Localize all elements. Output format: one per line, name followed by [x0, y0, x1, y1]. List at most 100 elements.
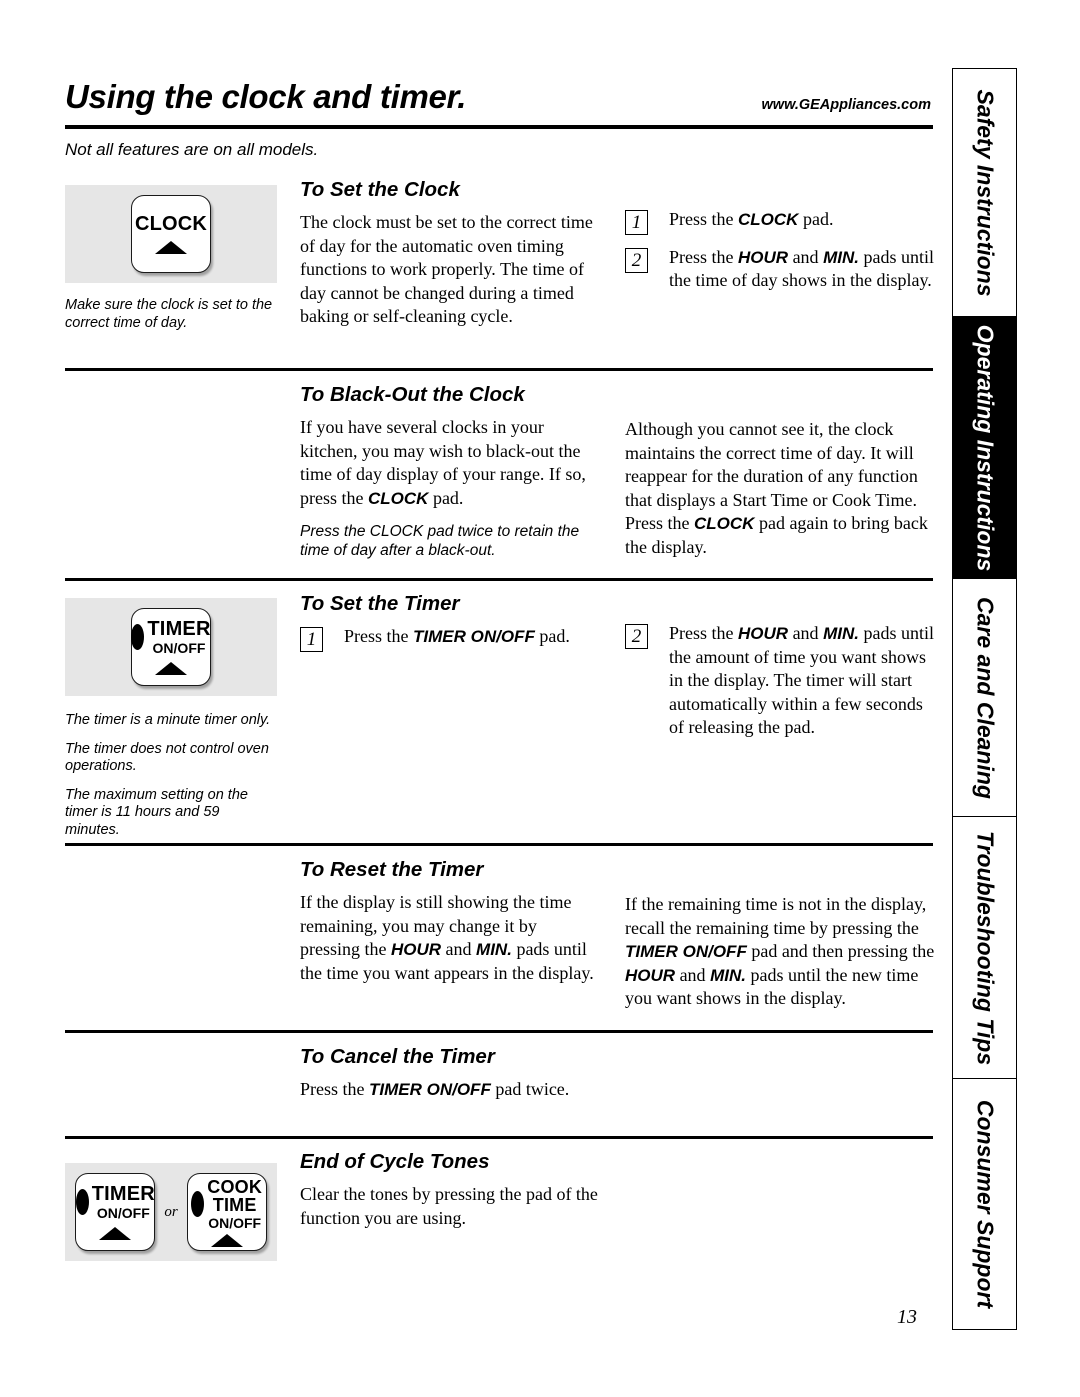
pad-name: TIMER ON/OFF: [369, 1080, 491, 1099]
clock-pad-labels: CLOCK: [135, 214, 207, 234]
cook-time-pad: COOK TIME ON/OFF: [186, 1173, 267, 1251]
body-part: Press the: [300, 1079, 369, 1099]
heading-set-timer: To Set the Timer: [300, 592, 460, 615]
body-part: and: [441, 939, 477, 959]
pad-name: HOUR: [738, 247, 789, 267]
step-number: 2: [625, 247, 648, 273]
step-text-part: Press the: [669, 246, 738, 267]
step-text: Press the HOUR and MIN. pads until the t…: [669, 246, 935, 293]
black-out-right-body: Although you cannot see it, the clock ma…: [625, 418, 935, 559]
end-of-cycle-pad-graphic: TIMER ON/OFF or COOK TIME ON/OFF: [65, 1163, 277, 1261]
reset-timer-right-body: If the remaining time is not in the disp…: [625, 893, 935, 1011]
tab-safety-instructions[interactable]: Safety Instructions: [953, 69, 1016, 317]
heading-end-of-cycle-tones: End of Cycle Tones: [300, 1150, 490, 1173]
pad-name: MIN.: [823, 624, 859, 643]
pad-name: HOUR: [390, 940, 442, 959]
triangle-icon: [99, 1227, 132, 1240]
indicator-oval-icon: [191, 1190, 205, 1217]
timer-pad-graphic: TIMER ON/OFF: [65, 598, 277, 696]
step-text-part: Press the: [344, 626, 413, 646]
page-title: Using the clock and timer.: [65, 78, 467, 115]
section-divider: [65, 578, 933, 581]
timer-note: The maximum setting on the timer is 11 h…: [65, 786, 248, 838]
step-item: 1 Press the CLOCK pad.: [625, 208, 935, 235]
pad-name: MIN.: [476, 940, 512, 959]
tab-troubleshooting-tips[interactable]: Troubleshooting Tips: [953, 817, 1016, 1079]
tab-label: Operating Instructions: [972, 324, 998, 571]
chapter-tab-rail: Safety Instructions Operating Instructio…: [952, 68, 1017, 1330]
cook-time-pad-label-line1: COOK: [207, 1176, 263, 1197]
heading-reset-timer: To Reset the Timer: [300, 858, 484, 881]
cook-time-pad-labels: COOK TIME ON/OFF: [191, 1178, 262, 1230]
tab-consumer-support[interactable]: Consumer Support: [953, 1079, 1016, 1329]
page-number: 13: [897, 1306, 917, 1328]
black-out-note: Press the CLOCK pad twice to retain the …: [300, 523, 580, 559]
step-number: 1: [300, 627, 323, 652]
indicator-oval-icon: [75, 1189, 89, 1215]
black-out-left-column: To Black-Out the Clock If you have sever…: [300, 383, 600, 560]
pad-name: TIMER ON/OFF: [413, 627, 535, 646]
pad-name: TIMER ON/OFF: [625, 942, 747, 961]
step-item: 2 Press the HOUR and MIN. pads until the…: [625, 246, 935, 293]
pad-name: MIN.: [710, 965, 746, 985]
title-divider: [65, 125, 933, 129]
section-divider: [65, 368, 933, 371]
manual-page: Using the clock and timer. www.GEApplian…: [0, 0, 1080, 1397]
tab-operating-instructions[interactable]: Operating Instructions: [953, 317, 1016, 579]
step-text-part: and: [788, 623, 824, 643]
cancel-timer-body: Press the TIMER ON/OFF pad twice.: [300, 1078, 600, 1102]
reset-timer-left-body: If the display is still showing the time…: [300, 891, 600, 985]
clock-pad-graphic: CLOCK: [65, 185, 277, 283]
website-url: www.GEAppliances.com: [761, 97, 931, 113]
step-item: 1 Press the TIMER ON/OFF pad.: [300, 625, 600, 652]
reset-timer-left-column: To Reset the Timer If the display is sti…: [300, 858, 600, 985]
heading-black-out-clock: To Black-Out the Clock: [300, 383, 525, 406]
step-number: 2: [625, 624, 648, 649]
end-of-cycle-text-column: End of Cycle Tones Clear the tones by pr…: [300, 1150, 630, 1230]
section-divider: [65, 1136, 933, 1139]
step-text-part: and: [788, 246, 824, 267]
pad-name: CLOCK: [367, 488, 429, 508]
timer-pad-label: TIMER: [91, 1183, 155, 1205]
cook-time-pad-label-line2: TIME: [212, 1194, 257, 1215]
timer-pad-sublabel: ON/OFF: [152, 640, 206, 656]
step-text: Press the HOUR and MIN. pads until the a…: [669, 622, 935, 740]
clock-side-note: Make sure the clock is set to the correc…: [65, 297, 273, 331]
timer-pad-labels: TIMER ON/OFF: [75, 1183, 155, 1221]
page-subtitle: Not all features are on all models.: [65, 140, 319, 159]
step-item: 2 Press the HOUR and MIN. pads until the…: [625, 622, 935, 740]
clock-pad-label: CLOCK: [134, 213, 208, 235]
step-text-part: Press the: [669, 209, 738, 229]
cook-time-pad-sublabel: ON/OFF: [208, 1214, 262, 1231]
pad-separator-or: or: [164, 1203, 178, 1220]
body-part: If the remaining time is not in the disp…: [625, 894, 927, 938]
indicator-oval-icon: [131, 624, 145, 650]
step-text-part: pad.: [534, 626, 570, 646]
section-divider: [65, 1030, 933, 1033]
pad-name: CLOCK: [738, 210, 799, 229]
tab-label: Troubleshooting Tips: [972, 830, 998, 1065]
set-timer-steps-column: 2 Press the HOUR and MIN. pads until the…: [625, 622, 935, 740]
heading-set-clock: To Set the Clock: [300, 178, 460, 201]
end-of-cycle-graphic-column: TIMER ON/OFF or COOK TIME ON/OFF: [65, 1163, 277, 1261]
set-clock-graphic-column: CLOCK Make sure the clock is set to the …: [65, 185, 277, 332]
step-text-part: Press the: [669, 623, 738, 643]
timer-pad: TIMER ON/OFF: [131, 608, 211, 686]
set-clock-text-column: To Set the Clock The clock must be set t…: [300, 178, 600, 329]
timer-pad-label: TIMER: [147, 618, 211, 640]
black-out-right-column: Although you cannot see it, the clock ma…: [625, 418, 935, 559]
body-part: pad.: [428, 487, 464, 508]
timer-pad-sublabel: ON/OFF: [96, 1205, 150, 1221]
cancel-timer-column: To Cancel the Timer Press the TIMER ON/O…: [300, 1045, 600, 1102]
section-divider: [65, 843, 933, 846]
end-of-cycle-body: Clear the tones by pressing the pad of t…: [300, 1184, 598, 1228]
triangle-icon: [155, 662, 187, 675]
tab-care-and-cleaning[interactable]: Care and Cleaning: [953, 579, 1016, 817]
clock-pad: CLOCK: [131, 195, 211, 273]
timer-pad: TIMER ON/OFF: [75, 1173, 156, 1251]
pad-name: HOUR: [738, 624, 789, 643]
page-header: Using the clock and timer. www.GEApplian…: [65, 78, 933, 140]
pad-name: CLOCK: [694, 514, 755, 533]
pad-name: MIN.: [823, 247, 859, 267]
body-part: pad twice.: [490, 1079, 570, 1099]
